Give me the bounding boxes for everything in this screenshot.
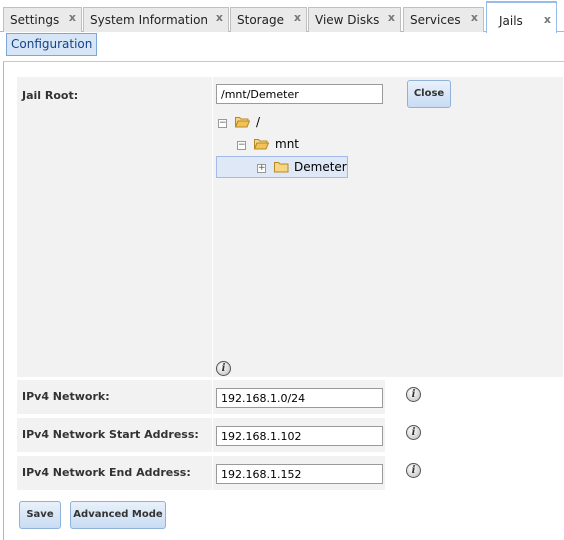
tab-label: Storage (237, 13, 284, 27)
tab-label: Settings (10, 13, 60, 27)
tree-node-mnt[interactable]: − mnt (237, 136, 357, 154)
tab-settings[interactable]: Settings x (3, 7, 82, 32)
ipv4-end-input[interactable]: 192.168.1.152 (216, 464, 383, 484)
tree-node-root[interactable]: − / (218, 114, 338, 132)
folder-icon (274, 162, 289, 173)
tab-label: Jails (499, 14, 523, 28)
tab-label: System Information (90, 13, 209, 27)
tree-label: Demeter (294, 160, 347, 174)
ipv4-start-cell: 192.168.1.102 (213, 418, 385, 452)
ipv4-end-cell: 192.168.1.152 (213, 456, 385, 490)
ipv4-network-label: IPv4 Network: (17, 380, 212, 414)
expand-icon[interactable]: + (257, 164, 266, 173)
ipv4-end-label: IPv4 Network End Address: (17, 456, 212, 490)
jail-root-label: Jail Root: (17, 77, 212, 377)
close-icon[interactable]: x (544, 13, 551, 26)
collapse-icon[interactable]: − (218, 119, 227, 128)
save-button[interactable]: Save (19, 501, 61, 529)
close-icon[interactable]: x (471, 11, 478, 24)
divider (3, 61, 564, 62)
tree-label: mnt (275, 137, 299, 151)
folder-open-icon (235, 117, 250, 128)
close-icon[interactable]: x (216, 11, 223, 24)
tree-node-demeter[interactable]: + Demeter (257, 159, 347, 177)
tab-storage[interactable]: Storage x (230, 7, 307, 32)
tab-label: View Disks (315, 13, 380, 27)
close-icon[interactable]: x (388, 11, 395, 24)
folder-open-icon (254, 139, 269, 150)
tab-view-disks[interactable]: View Disks x (308, 7, 401, 32)
info-icon[interactable]: i (216, 361, 231, 376)
tab-system-information[interactable]: System Information x (83, 7, 229, 32)
tab-label: Services (410, 13, 461, 27)
jail-root-input[interactable]: /mnt/Demeter (216, 84, 383, 104)
info-icon[interactable]: i (406, 387, 421, 402)
ipv4-network-input[interactable]: 192.168.1.0/24 (216, 388, 383, 408)
jail-root-label-text: Jail Root: (22, 89, 79, 102)
tab-jails[interactable]: Jails x (486, 1, 557, 33)
advanced-mode-button[interactable]: Advanced Mode (70, 501, 166, 529)
close-icon[interactable]: x (69, 11, 76, 24)
tab-services[interactable]: Services x (403, 7, 484, 32)
divider (3, 62, 4, 540)
close-icon[interactable]: x (294, 11, 301, 24)
ipv4-network-cell: 192.168.1.0/24 (213, 380, 385, 414)
tree-label: / (256, 115, 261, 129)
info-icon[interactable]: i (406, 425, 421, 440)
info-icon[interactable]: i (406, 463, 421, 478)
ipv4-start-input[interactable]: 192.168.1.102 (216, 426, 383, 446)
subtab-configuration[interactable]: Configuration (6, 33, 98, 56)
ipv4-start-label: IPv4 Network Start Address: (17, 418, 212, 452)
close-button[interactable]: Close (407, 80, 451, 108)
collapse-icon[interactable]: − (237, 141, 246, 150)
tab-bar: Settings x System Information x Storage … (0, 0, 564, 33)
